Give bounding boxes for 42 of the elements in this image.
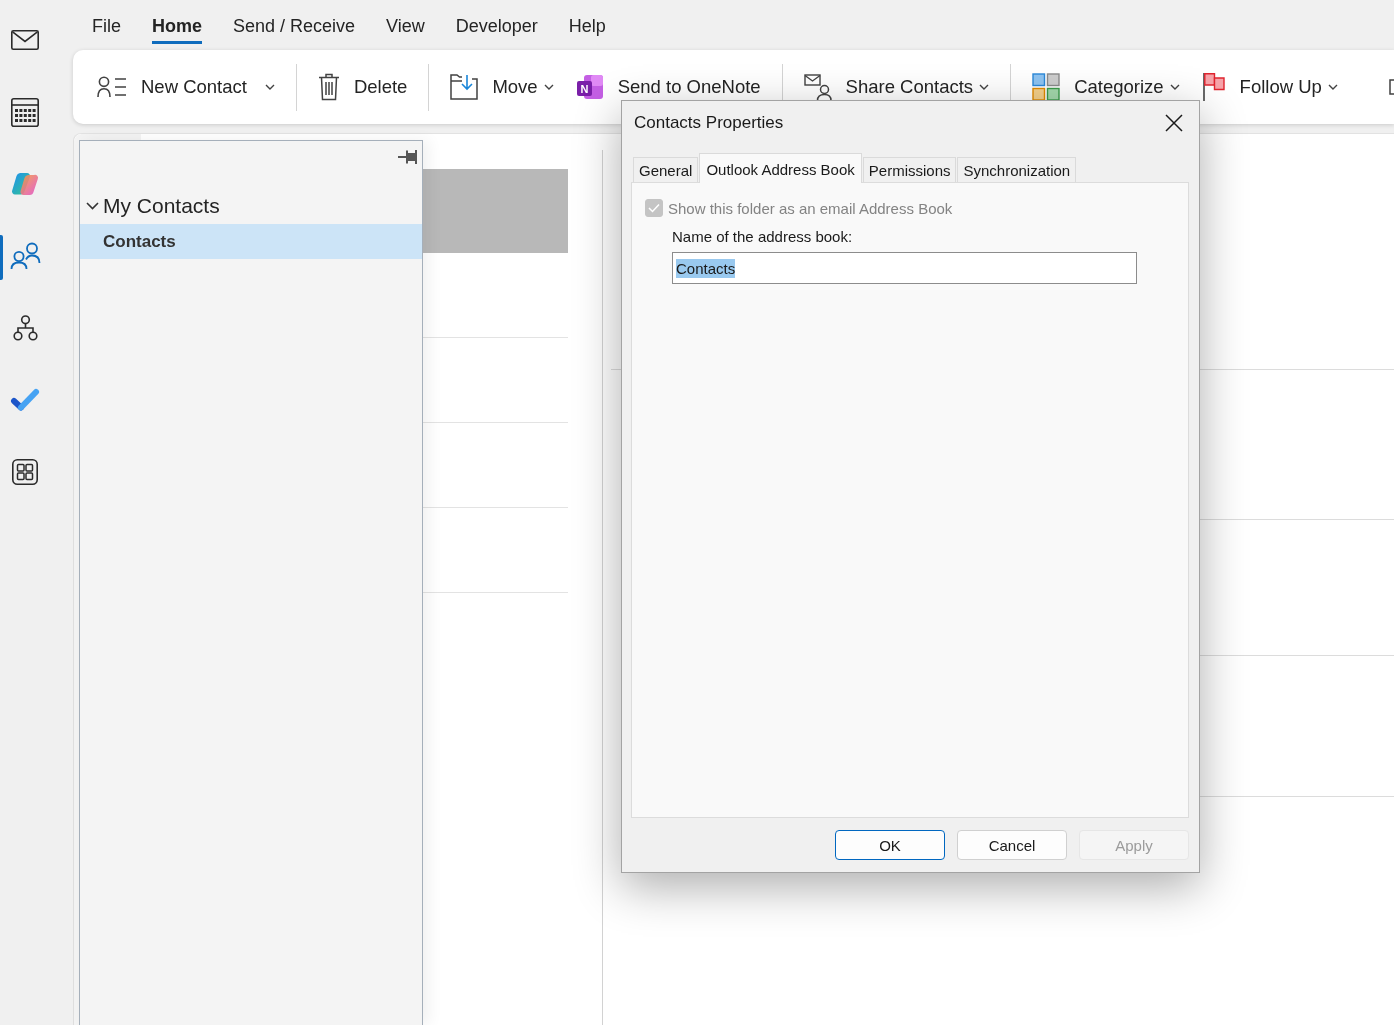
ribbon-button[interactable]: Follow Up [1193,65,1346,109]
trash-icon [317,73,340,101]
menu-tab[interactable]: File [92,12,121,44]
pin-icon[interactable] [397,148,418,166]
close-icon [1165,114,1183,132]
dialog-title: Contacts Properties [634,113,784,133]
ribbon-button[interactable]: Categorize [1024,65,1188,109]
ribbon-button[interactable]: Delete [309,65,416,109]
calendar-icon[interactable] [11,97,39,127]
menu-tab[interactable]: Developer [455,12,538,44]
ribbon-button[interactable]: Move [442,65,562,109]
menu-tab[interactable]: Send / Receive [233,12,356,44]
clipped-icon[interactable] [1389,79,1394,95]
envelope-person-icon [803,73,832,101]
flag-icon [1201,72,1226,102]
ribbon-button[interactable]: Share Contacts [795,65,998,109]
ribbon-button[interactable]: New Contact [89,65,283,109]
dialog-tab[interactable]: General [633,157,699,182]
apps-grid-icon[interactable] [12,459,38,485]
folder-item[interactable]: Contacts [80,224,422,259]
dialog-button[interactable]: Cancel [957,830,1067,860]
field-label: Name of the address book: [672,228,853,246]
menu-tab[interactable]: Help [568,12,606,44]
folder-group-header[interactable]: My Contacts [80,183,220,224]
menu-tab[interactable]: Home [152,12,203,44]
color-squares-icon [1032,73,1061,101]
person-list-icon [97,76,127,98]
checkmark-icon[interactable] [10,388,40,412]
dialog-tab[interactable]: Permissions [862,157,957,182]
people-icon[interactable] [9,242,41,270]
folder-arrow-icon [450,74,479,100]
name-input-field[interactable]: Contacts [672,252,1137,284]
colorful-loop-icon[interactable] [11,172,39,196]
tick-icon [648,203,660,213]
dialog-tab[interactable]: Outlook Address Book [699,153,862,183]
hierarchy-icon[interactable] [12,315,38,341]
mail-icon[interactable] [11,30,39,50]
checkbox-label: Show this folder as an email Address Book [668,199,953,217]
dialog-button[interactable]: OK [835,830,945,860]
close-button[interactable] [1165,114,1183,132]
menu-tab[interactable]: View [386,12,425,44]
dialog-tab[interactable]: Synchronization [957,157,1077,182]
